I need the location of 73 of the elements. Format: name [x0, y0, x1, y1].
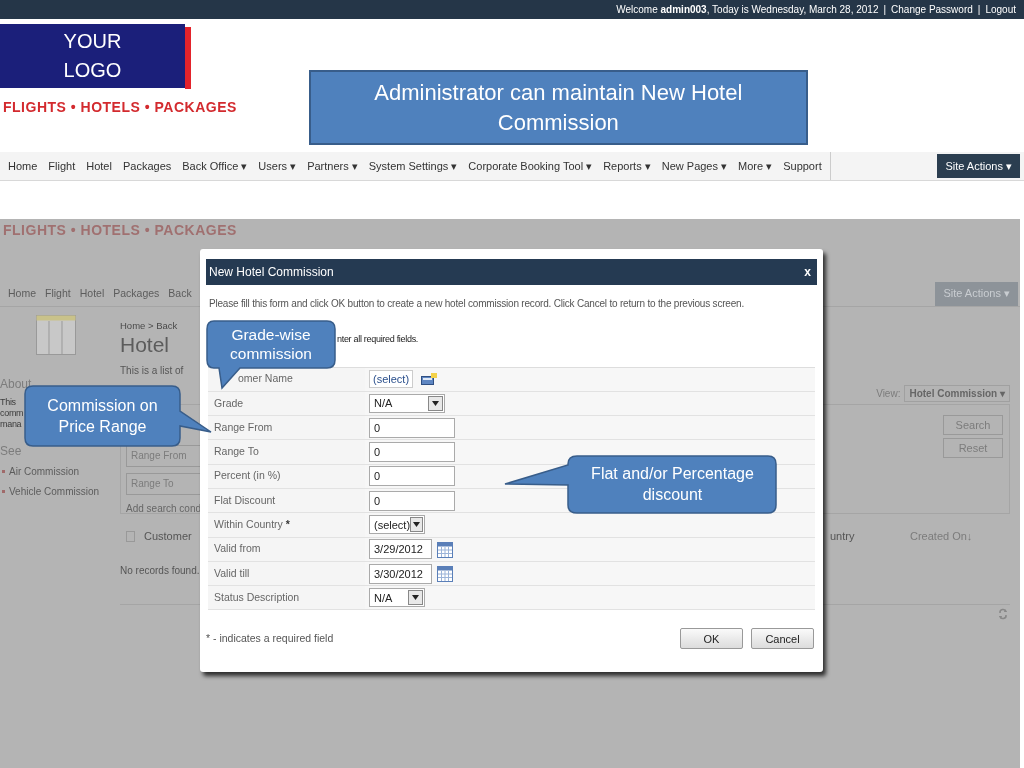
nav-item[interactable]: Flight	[48, 157, 76, 175]
separator: |	[883, 3, 887, 17]
column-header: Customer	[144, 529, 192, 545]
field-label: Valid till	[214, 565, 250, 581]
field-label: Valid from	[214, 541, 261, 557]
site-actions-button[interactable]: Site Actions ▾	[937, 154, 1020, 178]
footnote: * - indicates a required field	[206, 631, 334, 647]
nav-item[interactable]: Support	[783, 157, 822, 175]
header-link[interactable]: Change Password	[891, 2, 973, 17]
field-label: omer Name	[238, 371, 293, 387]
text-field[interactable]: 0	[369, 466, 455, 487]
calendar-icon[interactable]	[437, 540, 453, 558]
field-label: Grade	[214, 395, 244, 411]
dropdown-field[interactable]: N/A	[369, 393, 445, 413]
bullet-icon	[2, 490, 5, 493]
nav-item[interactable]: Reports ▾	[603, 157, 651, 175]
breadcrumb: Home > Back	[120, 319, 178, 333]
logo: YOUR LOGO	[0, 24, 185, 88]
hint-text: nter all required fields.	[337, 333, 420, 346]
nav-item[interactable]: Corporate Booking Tool ▾	[468, 157, 593, 175]
field-label: Within Country	[214, 517, 283, 533]
date-field[interactable]: 3/29/2012	[369, 539, 432, 560]
about-text: mana	[0, 419, 22, 430]
page-title: Hotel	[120, 333, 170, 358]
dialog-button[interactable]: OK	[680, 628, 743, 650]
callout: Commission on Price Range	[24, 385, 212, 448]
view-label: View:	[876, 386, 901, 401]
nav-item[interactable]: System Settings ▾	[368, 157, 458, 175]
tagline: FLIGHTS • HOTELS • PACKAGES	[3, 221, 238, 240]
checkbox[interactable]	[126, 531, 135, 542]
about-text: comm	[0, 408, 24, 419]
header-link[interactable]: Logout	[985, 2, 1016, 17]
dropdown-field[interactable]: N/A	[369, 588, 425, 608]
section-heading: See	[0, 443, 22, 460]
welcome-text: Welcome admin003, Today is Wednesday, March 28, 2012	[616, 3, 879, 17]
nav-item[interactable]: Partners ▾	[307, 157, 358, 175]
field-label: Range From	[214, 419, 273, 435]
slide-title: Administrator can maintain New Hotel Commission	[308, 70, 808, 145]
add-condition-text: Add search cond	[126, 502, 203, 517]
dialog-button[interactable]: Cancel	[751, 628, 814, 650]
empty-message: No records found.	[120, 563, 200, 578]
required-mark: *	[285, 517, 290, 533]
select-link[interactable]: (select)	[369, 370, 414, 389]
nav-item[interactable]: Back Office ▾	[182, 157, 248, 175]
nav-item[interactable]: Packages	[122, 157, 172, 175]
nav-item[interactable]: More ▾	[738, 157, 773, 175]
date-field[interactable]: 3/30/2012	[369, 563, 432, 584]
field-label: Flat Discount	[214, 492, 276, 508]
separator: |	[977, 3, 981, 17]
text-field[interactable]: 0	[369, 442, 455, 463]
close-button[interactable]: x	[804, 263, 811, 281]
dropdown-field[interactable]: (select)	[369, 515, 425, 535]
tagline: FLIGHTS • HOTELS • PACKAGES	[3, 98, 237, 117]
column-header: untry	[830, 529, 856, 545]
bullet-icon	[2, 470, 5, 473]
field-label: Status Description	[214, 589, 300, 605]
about-text: This	[0, 397, 16, 408]
page-image-icon	[36, 315, 76, 355]
address-book-icon[interactable]	[421, 373, 438, 386]
intro-text: This is a list of	[120, 364, 184, 379]
calendar-icon[interactable]	[437, 565, 453, 582]
text-field[interactable]: 0	[369, 490, 455, 511]
field-label: Range To	[214, 444, 259, 460]
nav-item[interactable]: Home	[8, 157, 38, 175]
nav-item[interactable]: Hotel	[86, 157, 112, 175]
text-field[interactable]: 0	[369, 417, 455, 438]
dialog-title: New Hotel Commission	[209, 264, 334, 281]
dialog-description: Please fill this form and click OK button to create a new hotel commission record. Click Cancel to return to the previous screen.	[209, 297, 745, 311]
callout: Flat and/or Percentage discount	[503, 455, 778, 515]
nav-item[interactable]: New Pages ▾	[661, 157, 728, 175]
logo-accent	[185, 27, 191, 89]
nav-item[interactable]: Users ▾	[258, 157, 297, 175]
field-label: Percent (in %)	[214, 468, 281, 484]
